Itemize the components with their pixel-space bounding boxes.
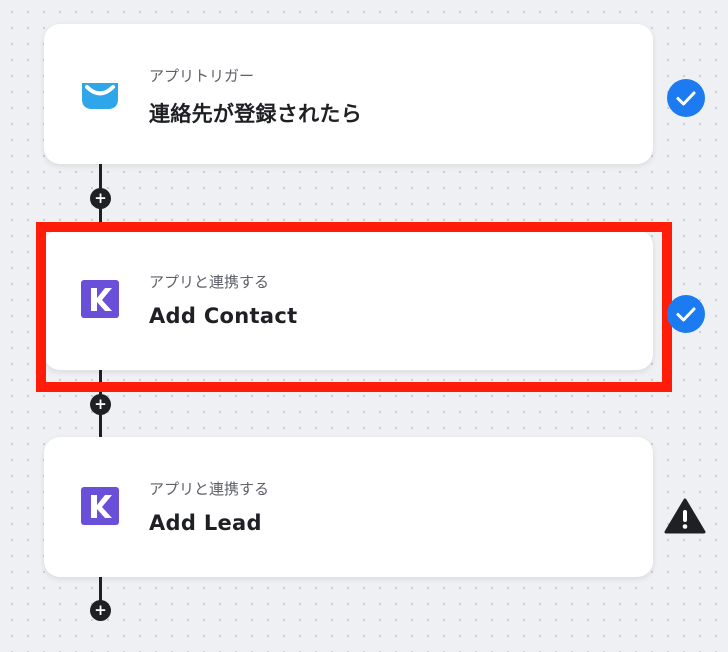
add-step-button[interactable]: +	[90, 394, 111, 415]
checkmark-icon	[667, 295, 705, 333]
getresponse-envelope-icon	[81, 74, 119, 112]
add-step-button[interactable]: +	[90, 188, 111, 209]
flow-step-card-trigger[interactable]: アプリトリガー 連絡先が登録されたら	[44, 24, 653, 164]
checkmark-icon	[667, 79, 705, 117]
step-type-label: アプリと連携する	[149, 480, 270, 498]
step-type-label: アプリトリガー	[149, 67, 255, 85]
flow-step-card-add-contact[interactable]: アプリと連携する Add Contact	[44, 230, 653, 370]
kommo-k-icon	[81, 487, 119, 525]
flow-step-card-add-lead[interactable]: アプリと連携する Add Lead	[44, 437, 653, 577]
add-step-button[interactable]: +	[90, 600, 111, 621]
step-title: Add Contact	[149, 304, 298, 328]
warning-icon	[664, 497, 706, 535]
step-title: Add Lead	[149, 511, 262, 535]
kommo-k-icon	[81, 280, 119, 318]
step-title: 連絡先が登録されたら	[149, 102, 362, 126]
step-type-label: アプリと連携する	[149, 273, 270, 291]
